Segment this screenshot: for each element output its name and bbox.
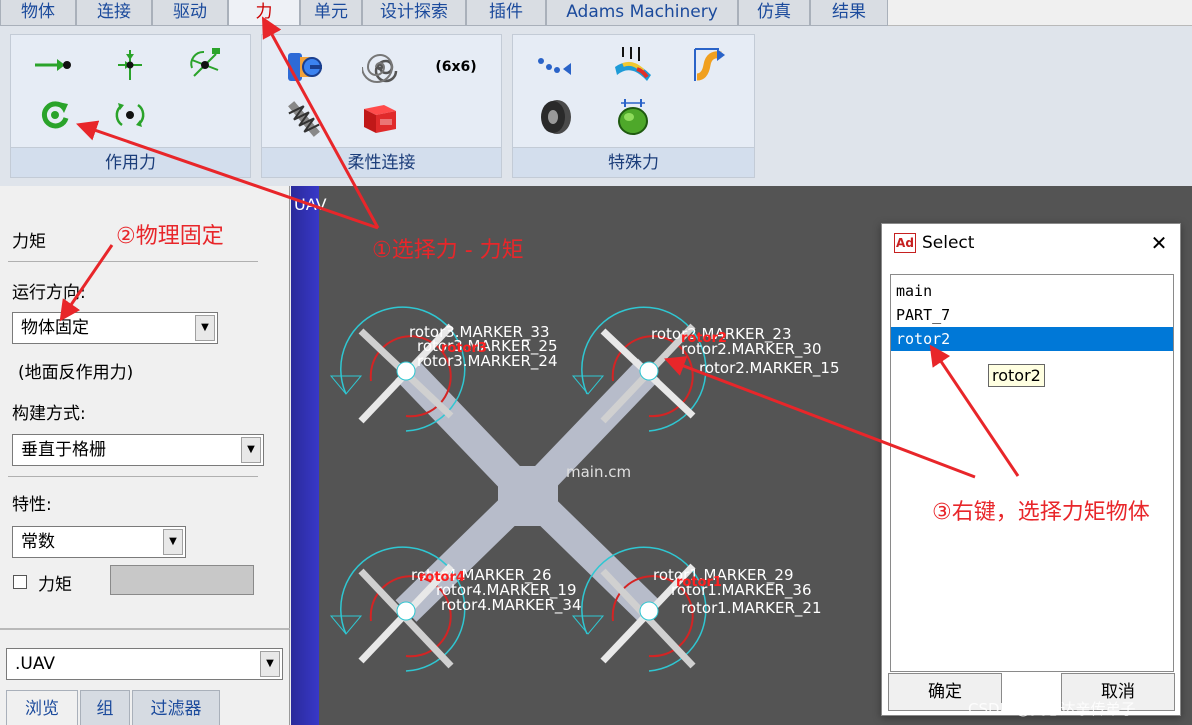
chevron-down-icon[interactable]: ▼: [260, 651, 280, 677]
adams-app-icon: Ad: [894, 233, 916, 253]
object-list[interactable]: main PART_7 rotor2 rotor2: [890, 274, 1174, 672]
panel-title: 力矩: [12, 232, 46, 252]
model-select[interactable]: .UAV ▼: [6, 648, 283, 680]
tab-filters[interactable]: 过滤器: [132, 690, 220, 725]
group-special-forces: 特殊力: [512, 34, 755, 178]
uav-body: [498, 466, 558, 526]
group-label-flexible-connectors: 柔性连接: [262, 147, 501, 177]
torque-property-panel: 力矩 运行方向: 物体固定 ▼ (地面反作用力) 构建方式: 垂直于格栅 ▼ 特…: [0, 186, 290, 628]
tab-forces[interactable]: 力: [228, 0, 300, 26]
chevron-down-icon[interactable]: ▼: [195, 315, 215, 341]
center-of-mass-label: main.cm: [566, 463, 632, 481]
construction-select-value: 垂直于格栅: [21, 440, 106, 460]
select-dialog: Ad Select ✕ main PART_7 rotor2 rotor2 确定…: [881, 223, 1181, 716]
list-item-selected[interactable]: rotor2: [891, 327, 1173, 351]
property-select-value: 常数: [21, 532, 55, 552]
marker-label: rotor1.MARKER_21: [681, 599, 822, 617]
tab-adams-machinery[interactable]: Adams Machinery: [546, 0, 738, 26]
torsion-spring-icon[interactable]: [358, 45, 402, 89]
separator: [8, 476, 258, 477]
tab-connectors[interactable]: 连接: [76, 0, 152, 26]
construction-select[interactable]: 垂直于格栅 ▼: [12, 434, 264, 466]
direction-label: 运行方向:: [12, 283, 86, 303]
rotor-red-label: rotor4: [419, 570, 465, 585]
group-label-special-forces: 特殊力: [513, 147, 754, 177]
torque-checkbox[interactable]: [13, 575, 27, 589]
list-item[interactable]: main: [891, 279, 1173, 303]
rotor-red-label: rotor3: [441, 341, 487, 356]
torque-value-field[interactable]: [110, 565, 254, 595]
modal-force-icon[interactable]: [611, 43, 655, 87]
watermark: CSDN @吴恩达亲传弟子: [968, 700, 1136, 718]
tab-groups[interactable]: 组: [80, 690, 130, 725]
ribbon-tab-bar: 物体 连接 驱动 力 单元 设计探索 插件 Adams Machinery 仿真…: [0, 0, 1192, 26]
property-select[interactable]: 常数 ▼: [12, 526, 186, 558]
dialog-title: Select: [922, 233, 975, 253]
torque-icon[interactable]: [33, 93, 77, 137]
contact-icon[interactable]: [611, 95, 655, 139]
separator: [8, 261, 258, 262]
direction-select-value: 物体固定: [21, 318, 89, 338]
list-item[interactable]: PART_7: [891, 303, 1173, 327]
torque-checkbox-label: 力矩: [38, 575, 72, 595]
rotor-red-label: rotor1: [676, 575, 722, 590]
chevron-down-icon[interactable]: ▼: [241, 437, 261, 463]
tab-bodies[interactable]: 物体: [0, 0, 76, 26]
annotation-step3: ③右键，选择力矩物体: [932, 500, 1150, 525]
tab-elements[interactable]: 单元: [300, 0, 362, 26]
spring-damper-icon[interactable]: [282, 97, 326, 141]
tab-results[interactable]: 结果: [810, 0, 888, 26]
model-browser: .UAV ▼ 浏览 组 过滤器: [0, 628, 290, 725]
model-select-value: .UAV: [15, 654, 56, 674]
bushing-icon[interactable]: [282, 45, 326, 89]
tab-simulation[interactable]: 仿真: [738, 0, 810, 26]
rotor-red-label: rotor2: [681, 331, 727, 346]
multi-component-force-icon[interactable]: [108, 43, 152, 87]
tab-design-exploration[interactable]: 设计探索: [362, 0, 466, 26]
single-component-force-icon[interactable]: [31, 43, 75, 87]
marker-label: rotor4.MARKER_34: [441, 596, 582, 614]
tire-icon[interactable]: [533, 95, 577, 139]
property-label: 特性:: [12, 495, 52, 515]
tab-plugins[interactable]: 插件: [466, 0, 546, 26]
tooltip: rotor2: [988, 364, 1045, 387]
group-label-applied-forces: 作用力: [11, 147, 250, 177]
annotation-step1: ①选择力 - 力矩: [372, 238, 524, 263]
close-icon[interactable]: ✕: [1146, 230, 1172, 256]
group-flexible-connectors: (6x6) 柔性连接: [261, 34, 502, 178]
tab-motions[interactable]: 驱动: [152, 0, 228, 26]
general-force-icon[interactable]: [183, 43, 227, 87]
marker-label: rotor2.MARKER_15: [699, 359, 840, 377]
particle-force-icon[interactable]: [533, 45, 577, 89]
construction-label: 构建方式:: [12, 404, 86, 424]
reaction-note: (地面反作用力): [18, 363, 134, 383]
rotational-torque-icon[interactable]: [108, 93, 152, 137]
beam-icon[interactable]: [358, 97, 402, 141]
tab-browse[interactable]: 浏览: [6, 690, 78, 725]
group-applied-forces: 作用力: [10, 34, 251, 178]
ribbon-panel: 作用力 (6x6) 柔性连接 特殊力: [0, 26, 1192, 186]
direction-select[interactable]: 物体固定 ▼: [12, 312, 218, 344]
friction-icon[interactable]: [687, 43, 731, 87]
field-6x6-icon[interactable]: (6x6): [434, 45, 478, 89]
annotation-step2: ②物理固定: [116, 224, 224, 249]
chevron-down-icon[interactable]: ▼: [163, 529, 183, 555]
marker-label: rotor3.MARKER_24: [417, 352, 558, 370]
